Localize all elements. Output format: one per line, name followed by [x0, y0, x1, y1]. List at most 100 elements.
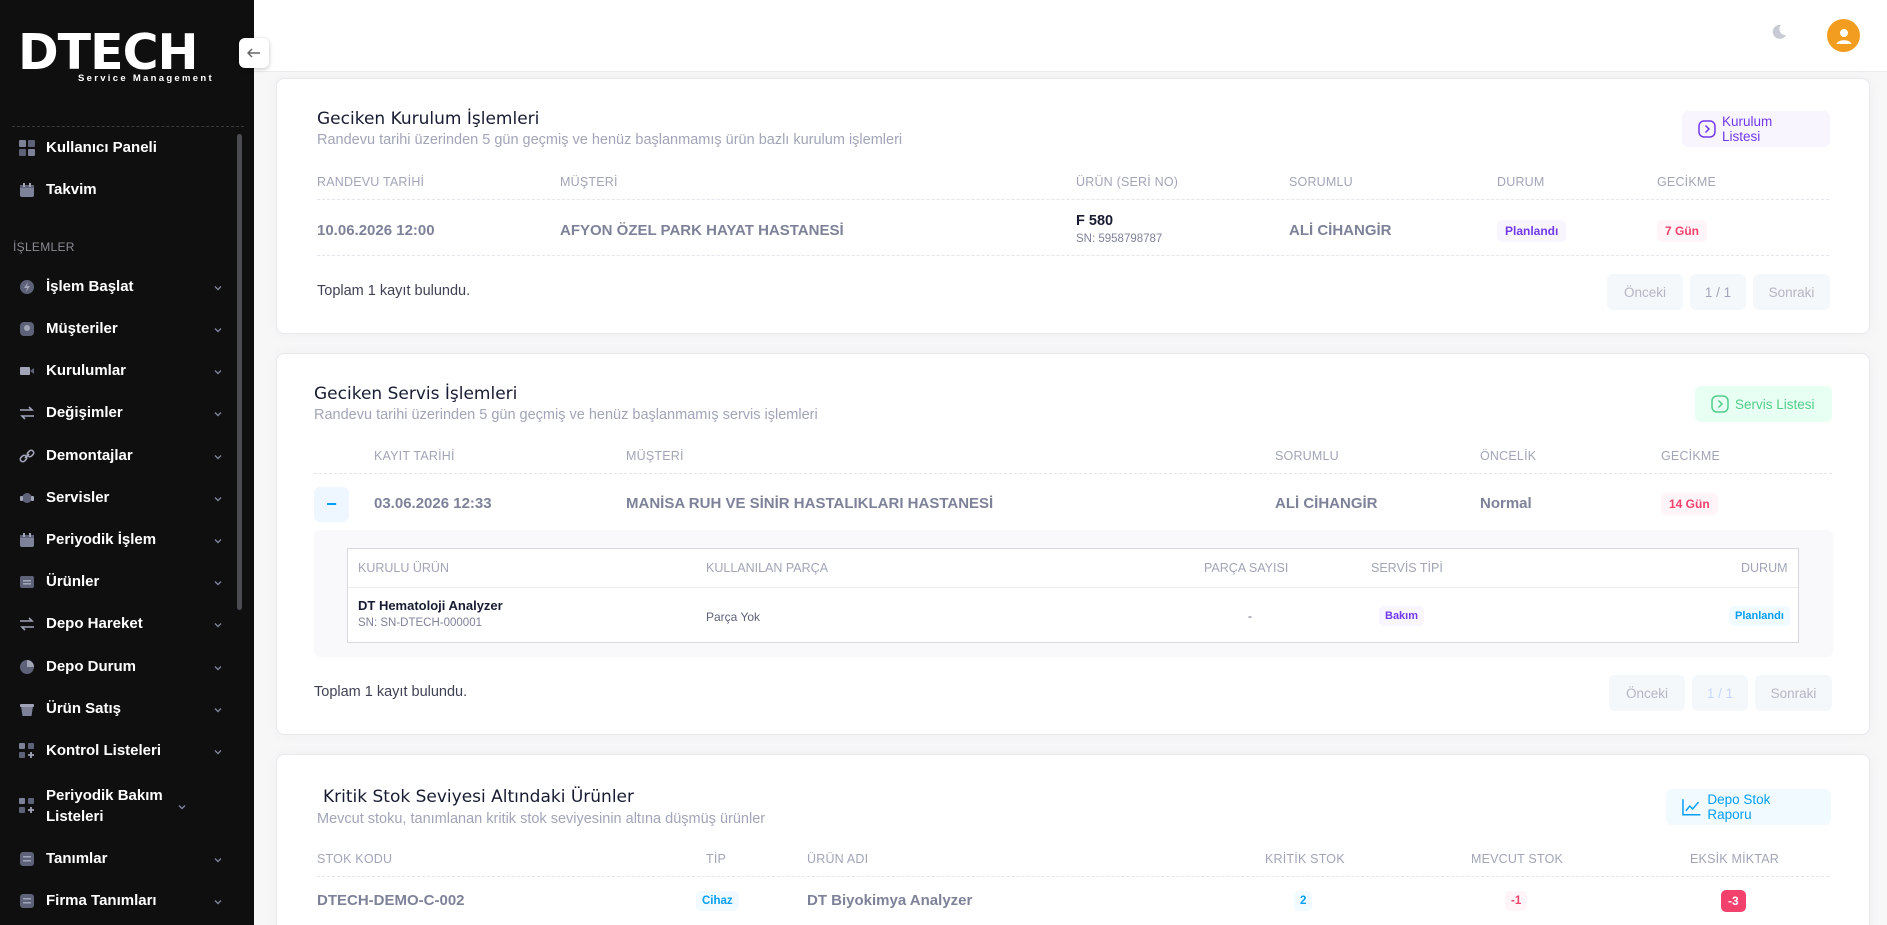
- chevron-down-icon: [176, 800, 188, 812]
- service-list-button[interactable]: Servis Listesi: [1695, 386, 1832, 422]
- sidebar-item-label: İşlem Başlat: [46, 278, 134, 295]
- chevron-down-icon: [212, 407, 224, 419]
- swap-icon: [18, 404, 36, 422]
- install-list-button[interactable]: Kurulum Listesi: [1682, 111, 1830, 147]
- pager-prev-button[interactable]: Önceki: [1607, 274, 1683, 310]
- sidebar-item-13[interactable]: Tanımlar: [18, 848, 224, 869]
- sidebar-item-takvim[interactable]: Takvim: [18, 179, 224, 200]
- dashboard-icon: [18, 139, 36, 157]
- service-detail-table: KURULU ÜRÜN KULLANILAN PARÇA PARÇA SAYIS…: [347, 548, 1799, 643]
- sidebar-item-label: Ürün Satış: [46, 700, 122, 717]
- stock-report-button[interactable]: Depo Stok Raporu: [1666, 789, 1831, 825]
- sidebar-item-10[interactable]: Ürün Satış: [18, 698, 224, 719]
- delayed-services-card: Geciken Servis İşlemleri Randevu tarihi …: [276, 353, 1870, 735]
- col-customer: MÜŞTERİ: [560, 175, 618, 189]
- sidebar-item-8[interactable]: Depo Hareket: [18, 613, 224, 634]
- basket-icon: [18, 700, 36, 718]
- chevron-down-icon: [212, 450, 224, 462]
- delay-badge: 7 Gün: [1657, 220, 1708, 242]
- col-type: TİP: [706, 852, 727, 866]
- sidebar-item-2[interactable]: Kurulumlar: [18, 360, 224, 381]
- delayed-installs-card: Geciken Kurulum İşlemleri Randevu tarihi…: [276, 78, 1870, 334]
- pager-next-button[interactable]: Sonraki: [1753, 274, 1830, 310]
- brand-logo[interactable]: DTECH Service Management: [18, 28, 218, 86]
- user-icon: [18, 320, 36, 338]
- grid-plus-icon: [18, 742, 36, 760]
- col-status: DURUM: [1497, 175, 1545, 189]
- col-customer: MÜŞTERİ: [626, 449, 684, 463]
- record-count: Toplam 1 kayıt bulundu.: [317, 283, 471, 299]
- sidebar-item-12[interactable]: Periyodik Bakım Listeleri: [18, 785, 224, 827]
- avatar[interactable]: [1827, 19, 1860, 52]
- record-date: 03.06.2026 12:33: [374, 495, 492, 512]
- sidebar-item-14[interactable]: Firma Tanımları: [18, 890, 224, 911]
- row-divider: [317, 255, 1829, 256]
- pager-current: 1 / 1: [1690, 274, 1746, 310]
- sidebar: DTECH Service Management Kullanıcı Panel…: [0, 0, 254, 925]
- customer-name[interactable]: AFYON ÖZEL PARK HAYAT HASTANESİ: [560, 222, 844, 239]
- service-type-badge: Bakım: [1379, 606, 1425, 626]
- col-part-count: PARÇA SAYISI: [1204, 561, 1289, 575]
- list-icon: [18, 892, 36, 910]
- sidebar-scrollbar[interactable]: [237, 134, 242, 610]
- sidebar-item-6[interactable]: Periyodik İşlem: [18, 529, 224, 550]
- sidebar-item-label: Kullanıcı Paneli: [46, 139, 157, 156]
- sidebar-divider: [12, 126, 244, 127]
- sidebar-item-kullanici-paneli[interactable]: Kullanıcı Paneli: [18, 137, 224, 158]
- current-stock-badge: -1: [1505, 891, 1528, 911]
- chevron-down-icon: [212, 534, 224, 546]
- sidebar-item-9[interactable]: Depo Durum: [18, 656, 224, 677]
- card-subtitle: Mevcut stoku, tanımlanan kritik stok sev…: [317, 811, 766, 827]
- moon-icon[interactable]: [1769, 22, 1789, 42]
- bolt-icon: [18, 278, 36, 296]
- col-service-type: SERVİS TİPİ: [1371, 561, 1443, 575]
- sidebar-item-4[interactable]: Demontajlar: [18, 445, 224, 466]
- col-status: DURUM: [1741, 561, 1788, 575]
- col-used-part: KULLANILAN PARÇA: [706, 561, 829, 575]
- delay-badge: 14 Gün: [1661, 493, 1718, 515]
- priority-value: Normal: [1480, 495, 1532, 512]
- col-record-date: KAYIT TARİHİ: [374, 449, 455, 463]
- card-subtitle: Randevu tarihi üzerinden 5 gün geçmiş ve…: [314, 407, 818, 423]
- sidebar-item-0[interactable]: İşlem Başlat: [18, 276, 224, 297]
- chart-line-icon: [1682, 799, 1701, 816]
- status-badge: Planlandı: [1497, 220, 1567, 242]
- button-label: Depo Stok Raporu: [1707, 792, 1771, 822]
- col-appointment-date: RANDEVU TARİHİ: [317, 175, 425, 189]
- col-stock-code: STOK KODU: [317, 852, 393, 866]
- pie-chart-icon: [18, 658, 36, 676]
- sidebar-item-1[interactable]: Müşteriler: [18, 318, 224, 339]
- sidebar-item-label: Müşteriler: [46, 320, 118, 337]
- box-icon: [18, 573, 36, 591]
- chevron-down-icon: [212, 365, 224, 377]
- sidebar-item-label: Depo Durum: [46, 658, 136, 675]
- pager-current: 1 / 1: [1692, 675, 1748, 711]
- chevron-down-icon: [212, 281, 224, 293]
- missing-qty-badge: -3: [1721, 890, 1746, 912]
- col-delay: GECİKME: [1661, 449, 1721, 463]
- logo-tagline: Service Management: [78, 73, 214, 84]
- sidebar-item-label: Kurulumlar: [46, 362, 127, 379]
- col-product-name: ÜRÜN ADI: [807, 852, 869, 866]
- pager-next-button[interactable]: Sonraki: [1755, 675, 1832, 711]
- arrow-circle-right-icon: [1698, 120, 1716, 138]
- chevron-down-icon: [212, 853, 224, 865]
- chevron-down-icon: [212, 661, 224, 673]
- chevron-down-icon: [212, 703, 224, 715]
- sidebar-collapse-button[interactable]: [239, 38, 269, 68]
- sidebar-item-3[interactable]: Değişimler: [18, 402, 224, 423]
- sidebar-item-11[interactable]: Kontrol Listeleri: [18, 740, 224, 761]
- calendar-icon: [18, 181, 36, 199]
- row-divider: [314, 473, 1832, 474]
- sidebar-item-5[interactable]: Servisler: [18, 487, 224, 508]
- row-divider: [348, 587, 1798, 588]
- sidebar-item-7[interactable]: Ürünler: [18, 571, 224, 592]
- topbar: [254, 0, 1887, 72]
- installed-product-name: DT Hematoloji Analyzer: [358, 598, 503, 613]
- sidebar-item-label: Servisler: [46, 489, 110, 506]
- pager-prev-button[interactable]: Önceki: [1609, 675, 1685, 711]
- customer-name[interactable]: MANİSA RUH VE SİNİR HASTALIKLARI HASTANE…: [626, 495, 993, 512]
- service-detail-panel: KURULU ÜRÜN KULLANILAN PARÇA PARÇA SAYIS…: [314, 530, 1833, 657]
- row-collapse-toggle[interactable]: −: [314, 487, 349, 522]
- sidebar-item-label: Depo Hareket: [46, 615, 143, 632]
